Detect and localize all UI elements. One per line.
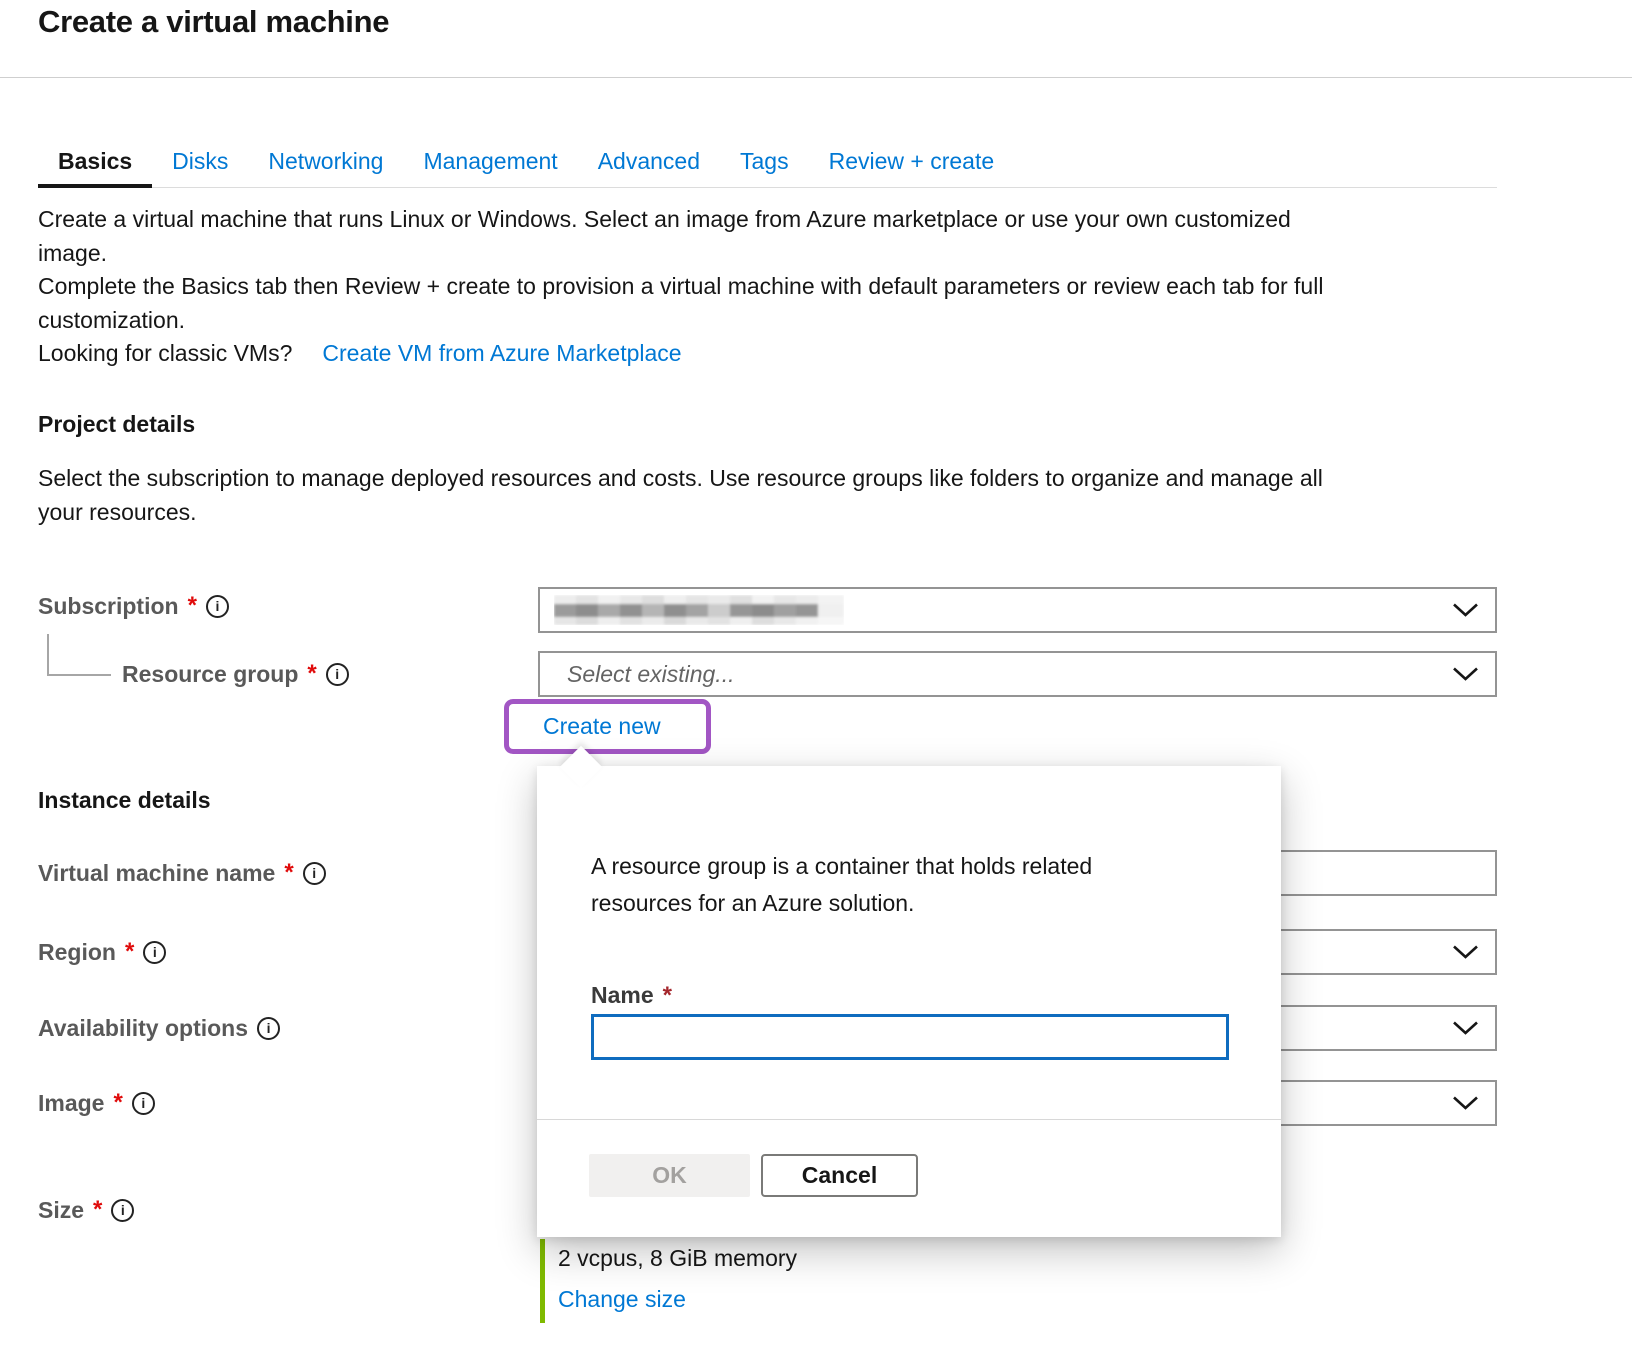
vm-name-label: Virtual machine name * i	[38, 859, 326, 887]
info-icon[interactable]: i	[143, 941, 166, 964]
info-icon[interactable]: i	[257, 1017, 280, 1040]
availability-options-label-text: Availability options	[38, 1015, 248, 1042]
resource-group-placeholder: Select existing...	[567, 653, 734, 695]
subscription-tree-connector	[47, 634, 111, 676]
required-asterisk: *	[113, 1091, 122, 1115]
page-title: Create a virtual machine	[38, 4, 389, 40]
subscription-label: Subscription * i	[38, 592, 229, 620]
project-details-line: your resources.	[38, 496, 1323, 530]
annotation-highlight-box: Create new	[504, 699, 711, 754]
resource-group-label-text: Resource group	[122, 661, 298, 688]
popover-name-label: Name *	[591, 982, 672, 1009]
tab-advanced[interactable]: Advanced	[578, 137, 720, 188]
region-label: Region * i	[38, 938, 166, 966]
required-asterisk: *	[284, 861, 293, 885]
intro-line: Complete the Basics tab then Review + cr…	[38, 270, 1323, 304]
create-vm-page: Create a virtual machine Basics Disks Ne…	[0, 0, 1632, 1368]
popover-divider	[537, 1119, 1281, 1120]
chevron-down-icon	[1452, 603, 1479, 618]
tab-basics[interactable]: Basics	[38, 137, 152, 188]
subscription-select[interactable]	[538, 587, 1497, 633]
resource-group-label: Resource group * i	[122, 660, 349, 688]
project-details-line: Select the subscription to manage deploy…	[38, 462, 1323, 496]
image-label: Image * i	[38, 1089, 155, 1117]
size-label: Size * i	[38, 1196, 134, 1224]
instance-details-heading: Instance details	[38, 787, 211, 814]
availability-options-label: Availability options i	[38, 1014, 280, 1042]
tab-bar: Basics Disks Networking Management Advan…	[38, 137, 1497, 188]
ok-button[interactable]: OK	[589, 1154, 750, 1197]
required-asterisk: *	[307, 662, 316, 686]
required-asterisk: *	[188, 594, 197, 618]
chevron-down-icon	[1452, 667, 1479, 682]
subscription-label-text: Subscription	[38, 593, 179, 620]
required-asterisk: *	[125, 940, 134, 964]
info-icon[interactable]: i	[303, 862, 326, 885]
change-size-link[interactable]: Change size	[558, 1286, 797, 1313]
resource-group-name-input[interactable]	[591, 1014, 1229, 1060]
size-summary-block: 2 vcpus, 8 GiB memory Change size	[540, 1239, 797, 1323]
chevron-down-icon	[1452, 1021, 1479, 1036]
cancel-button[interactable]: Cancel	[761, 1154, 918, 1197]
popover-description-line: A resource group is a container that hol…	[591, 848, 1092, 885]
tab-tags[interactable]: Tags	[720, 137, 809, 188]
info-icon[interactable]: i	[206, 595, 229, 618]
classic-vms-question: Looking for classic VMs?	[38, 337, 292, 371]
intro-line: image.	[38, 237, 1323, 271]
popover-name-label-text: Name	[591, 982, 654, 1009]
chevron-down-icon	[1452, 1096, 1479, 1111]
size-label-text: Size	[38, 1197, 84, 1224]
resource-group-select[interactable]: Select existing...	[538, 651, 1497, 697]
project-details-description: Select the subscription to manage deploy…	[38, 462, 1323, 529]
info-icon[interactable]: i	[132, 1092, 155, 1115]
create-vm-marketplace-link[interactable]: Create VM from Azure Marketplace	[322, 337, 681, 371]
info-icon[interactable]: i	[326, 663, 349, 686]
info-icon[interactable]: i	[111, 1199, 134, 1222]
project-details-heading: Project details	[38, 411, 195, 438]
popover-description-line: resources for an Azure solution.	[591, 885, 1092, 922]
popover-description: A resource group is a container that hol…	[591, 848, 1092, 922]
image-label-text: Image	[38, 1090, 104, 1117]
intro-text: Create a virtual machine that runs Linux…	[38, 203, 1323, 371]
create-new-resource-group-link[interactable]: Create new	[543, 713, 661, 740]
chevron-down-icon	[1452, 945, 1479, 960]
size-summary-text: 2 vcpus, 8 GiB memory	[558, 1245, 797, 1272]
tab-review-create[interactable]: Review + create	[809, 137, 1015, 188]
tab-networking[interactable]: Networking	[248, 137, 403, 188]
create-resource-group-popover: A resource group is a container that hol…	[537, 766, 1281, 1237]
region-label-text: Region	[38, 939, 116, 966]
tab-management[interactable]: Management	[403, 137, 577, 188]
intro-line: Create a virtual machine that runs Linux…	[38, 203, 1323, 237]
intro-line: customization.	[38, 304, 1323, 338]
header-divider	[0, 77, 1632, 78]
redacted-subscription-value	[554, 595, 844, 625]
required-asterisk: *	[93, 1198, 102, 1222]
required-asterisk: *	[663, 984, 672, 1008]
vm-name-label-text: Virtual machine name	[38, 860, 275, 887]
tab-disks[interactable]: Disks	[152, 137, 248, 188]
